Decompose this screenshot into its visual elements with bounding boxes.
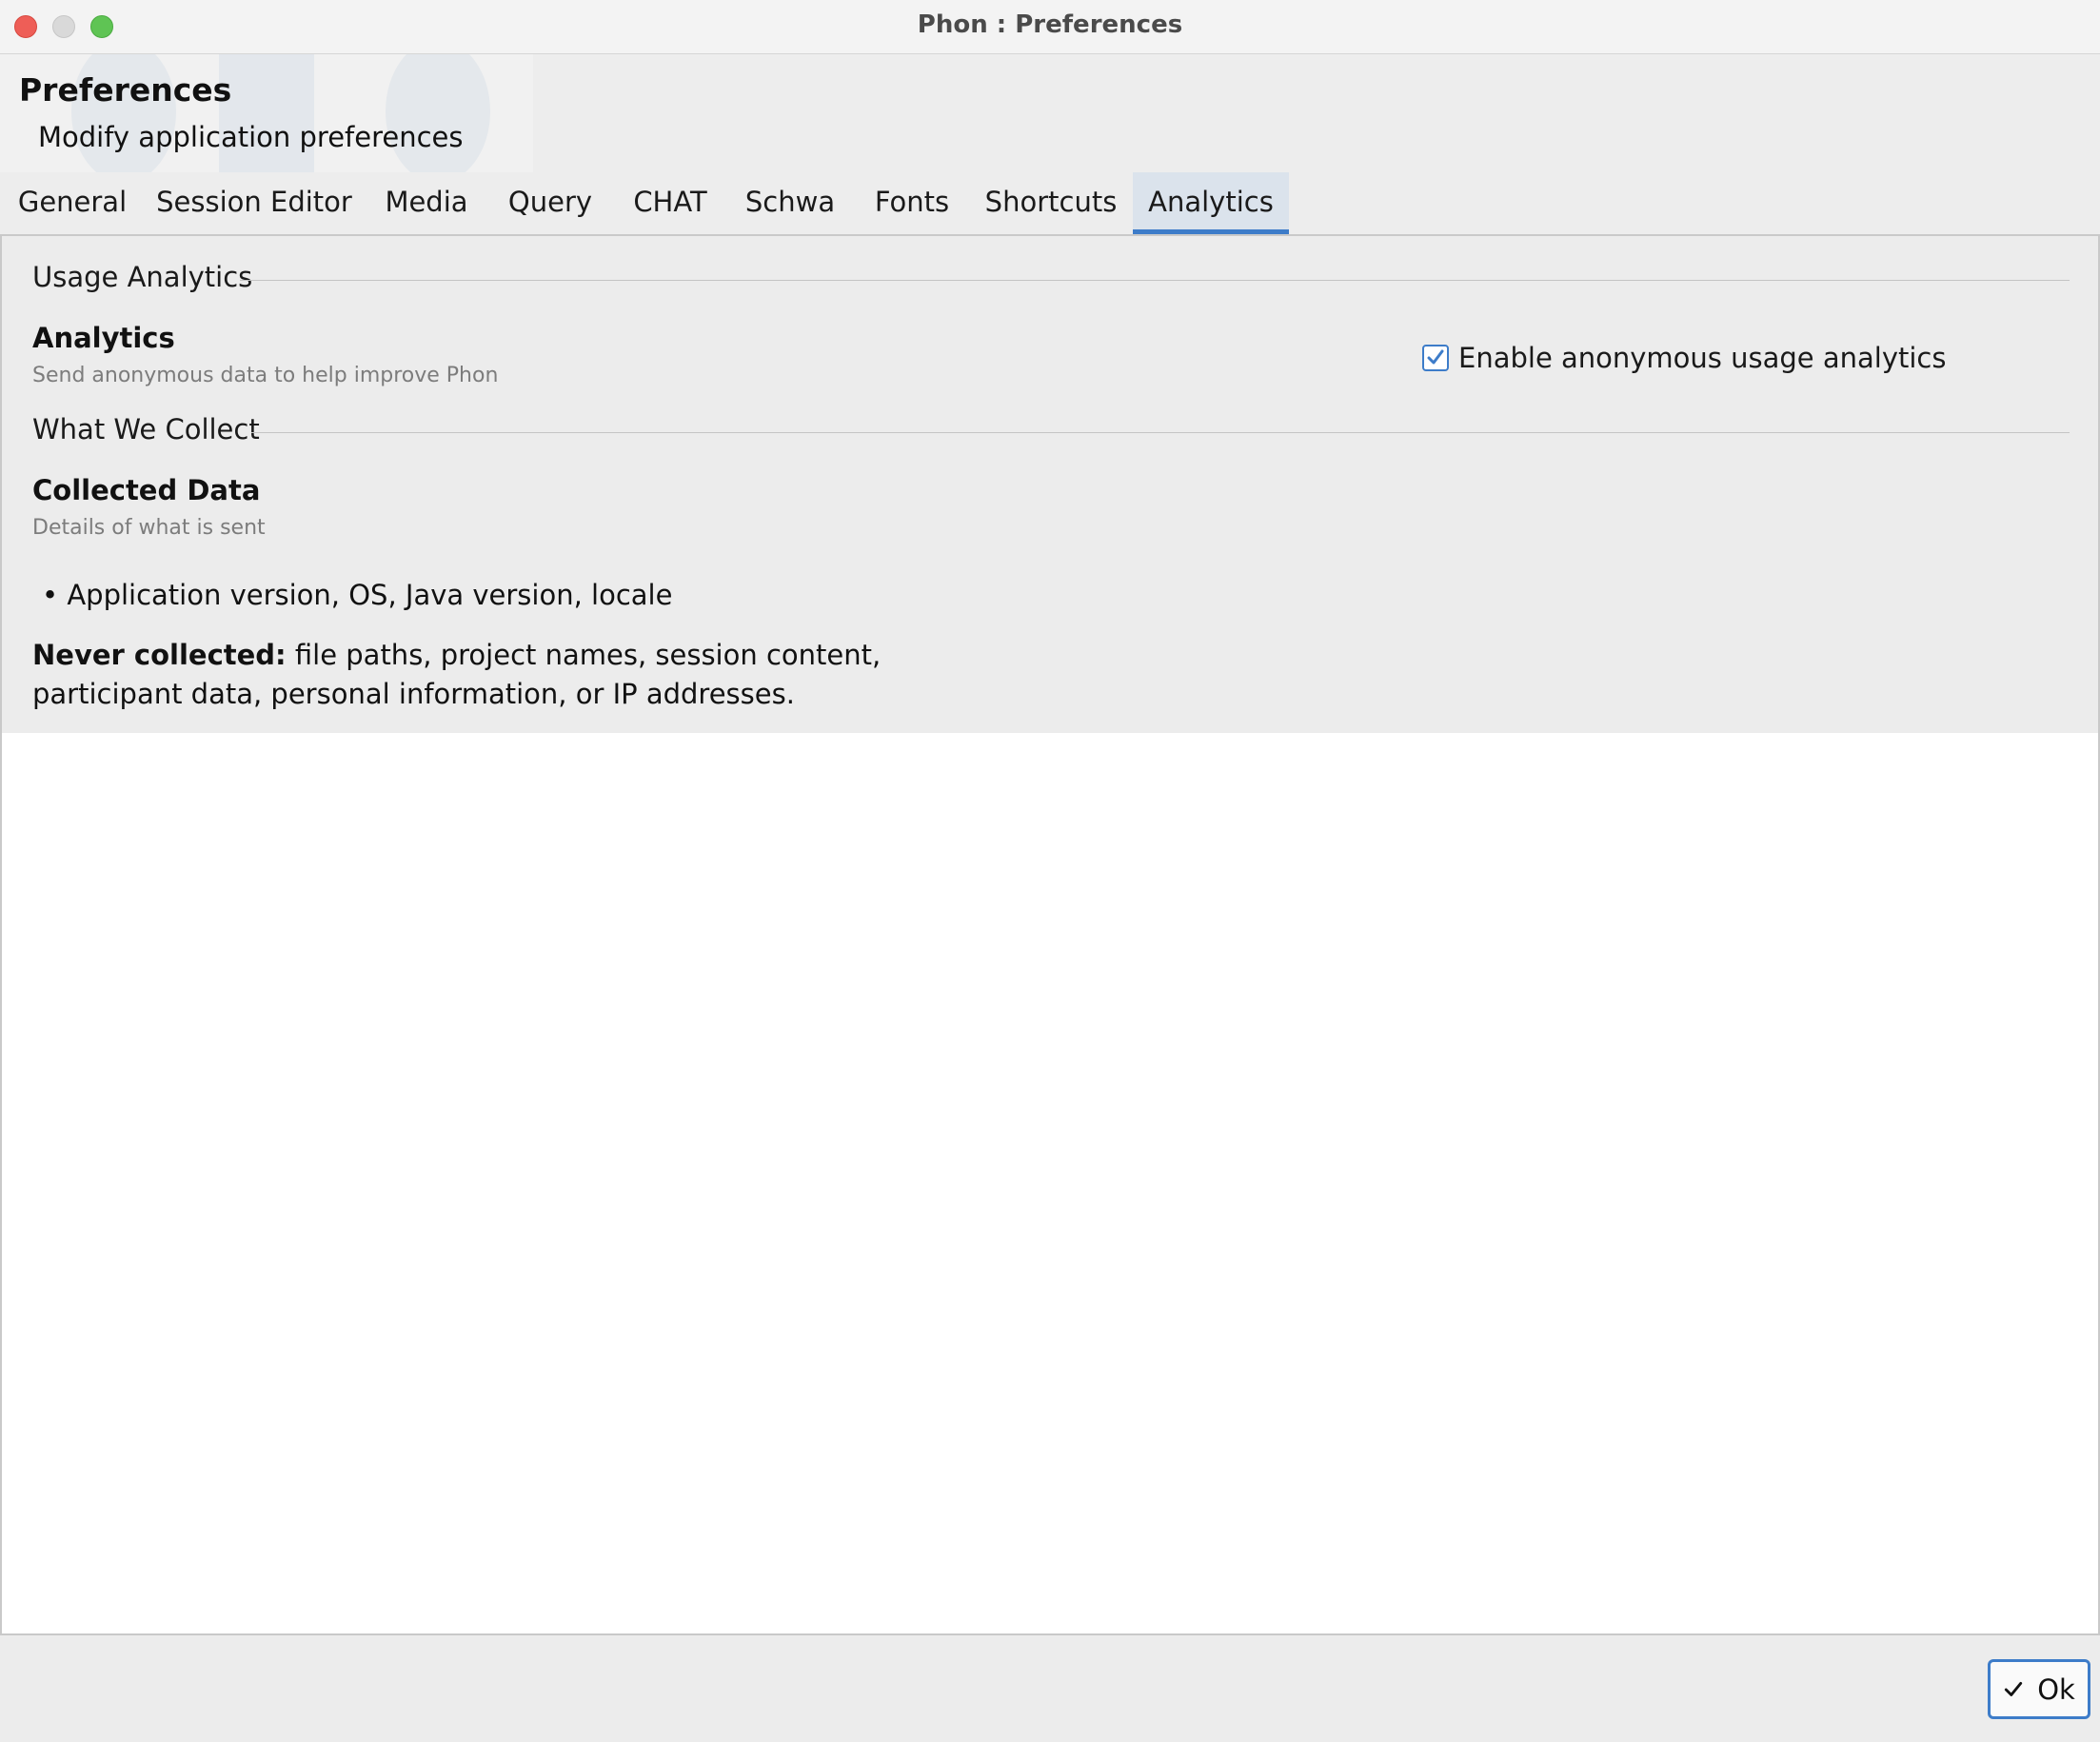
dialog-footer: Ok	[0, 1635, 2100, 1742]
analytics-content: Usage Analytics Analytics Send anonymous…	[2, 236, 2098, 733]
checkmark-icon	[1427, 349, 1444, 365]
tab-general[interactable]: General	[6, 172, 139, 234]
preferences-tab-bar: General Session Editor Media Query CHAT …	[0, 172, 2100, 234]
section-divider	[240, 280, 2070, 281]
ok-button-label: Ok	[2037, 1673, 2075, 1706]
never-collected-text: Never collected: file paths, project nam…	[32, 636, 889, 714]
tab-fonts[interactable]: Fonts	[861, 172, 963, 234]
title-bar: Phon : Preferences	[0, 0, 2100, 54]
collected-data-label: Collected Data	[32, 474, 261, 506]
tab-session-editor[interactable]: Session Editor	[152, 172, 356, 234]
section-divider	[251, 432, 2070, 433]
what-we-collect-section-title: What We Collect	[32, 413, 260, 445]
page-subtitle: Modify application preferences	[38, 121, 464, 153]
tab-schwa[interactable]: Schwa	[737, 172, 843, 234]
preferences-header: Preferences Modify application preferenc…	[0, 54, 2100, 172]
analytics-panel: Usage Analytics Analytics Send anonymous…	[0, 234, 2100, 1635]
checkmark-icon	[2003, 1679, 2024, 1700]
tab-chat[interactable]: CHAT	[621, 172, 720, 234]
analytics-label: Analytics	[32, 322, 175, 354]
tab-media[interactable]: Media	[373, 172, 480, 234]
page-title: Preferences	[19, 71, 232, 109]
analytics-description: Send anonymous data to help improve Phon	[32, 364, 499, 387]
collected-data-description: Details of what is sent	[32, 516, 266, 540]
enable-analytics-label[interactable]: Enable anonymous usage analytics	[1458, 342, 1946, 374]
enable-analytics-option[interactable]: Enable anonymous usage analytics	[1422, 341, 1946, 375]
enable-analytics-checkbox[interactable]	[1422, 345, 1449, 371]
ok-button[interactable]: Ok	[1988, 1659, 2090, 1719]
never-collected-label: Never collected:	[32, 639, 287, 671]
tab-query[interactable]: Query	[497, 172, 604, 234]
tab-analytics[interactable]: Analytics	[1133, 172, 1289, 234]
collected-item: • Application version, OS, Java version,…	[42, 579, 673, 611]
usage-analytics-section-title: Usage Analytics	[32, 261, 253, 293]
window-title: Phon : Preferences	[917, 10, 1183, 39]
tab-shortcuts[interactable]: Shortcuts	[981, 172, 1121, 234]
